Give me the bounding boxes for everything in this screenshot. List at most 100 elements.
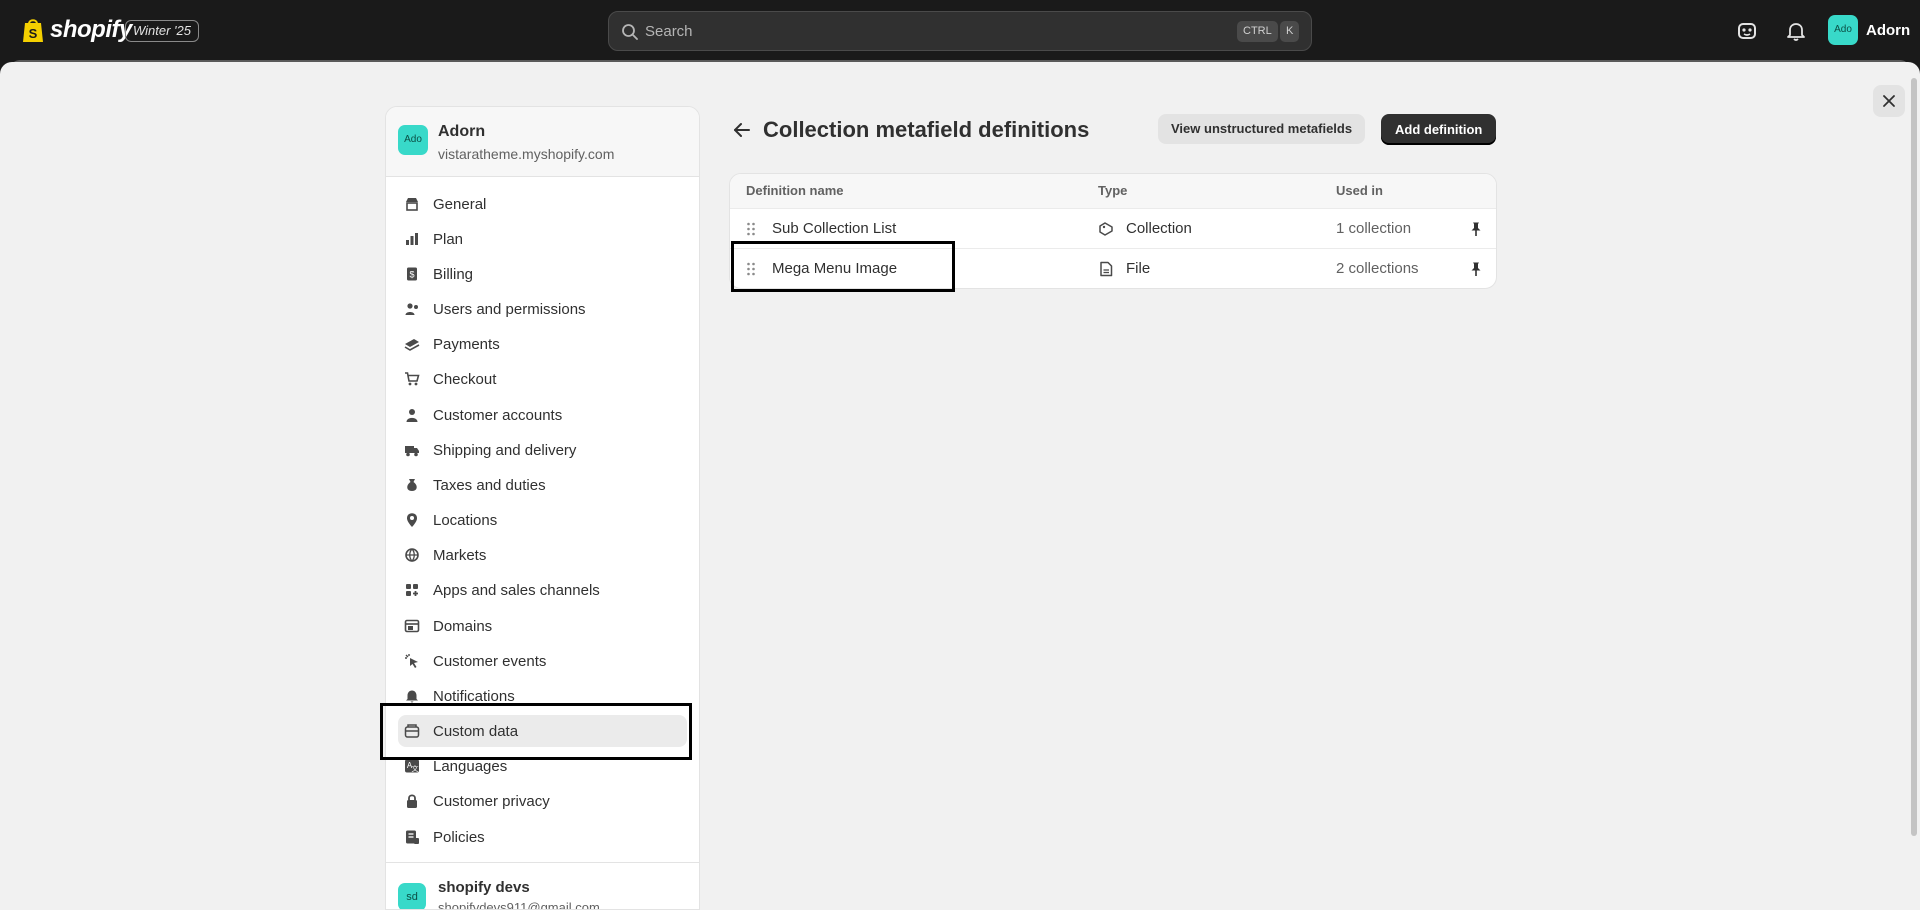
sidebar-item-domains[interactable]: Domains: [398, 610, 687, 642]
svg-text:S: S: [29, 26, 38, 41]
table-header: Definition name Type Used in: [730, 174, 1496, 209]
top-bar: S shopify Winter '25 CTRL K Ado Adorn: [0, 0, 1920, 62]
bell-icon: [406, 690, 418, 703]
sidebar-item-apps-and-sales-channels[interactable]: Apps and sales channels: [398, 574, 687, 606]
sidebar-item-label: Apps and sales channels: [433, 581, 600, 599]
nav-account-footer[interactable]: sd shopify devs shopifydevs911@gmail.com: [386, 862, 699, 910]
sidebar-item-label: Users and permissions: [433, 300, 586, 318]
sidebar-item-plan[interactable]: Plan: [398, 223, 687, 255]
sidebar-item-payments[interactable]: Payments: [398, 328, 687, 360]
policy-icon: [406, 830, 419, 844]
sidebar-item-label: Payments: [433, 335, 500, 353]
svg-text:$: $: [409, 270, 414, 280]
billing-icon: $: [407, 267, 417, 281]
column-header-name: Definition name: [746, 183, 844, 198]
sidebar-item-label: Shipping and delivery: [433, 441, 577, 459]
view-unstructured-metafields-button[interactable]: View unstructured metafields: [1158, 114, 1366, 144]
lock-icon: [407, 794, 417, 808]
plan-icon: [406, 233, 418, 245]
sidebar-item-general[interactable]: General: [398, 188, 687, 220]
sidebar-item-customer-privacy[interactable]: Customer privacy: [398, 785, 687, 817]
shopify-bag-icon: S: [23, 19, 43, 42]
apps-icon: [406, 584, 418, 596]
users-icon: [405, 303, 418, 315]
sidebar-item-label: Checkout: [433, 370, 497, 388]
sidebar-item-label: Locations: [433, 511, 498, 529]
sidebar-item-locations[interactable]: Locations: [398, 504, 687, 536]
nav-store-name: Adorn: [438, 123, 486, 140]
nav-store-domain: vistaratheme.myshopify.com: [438, 146, 615, 162]
person-icon: [406, 409, 418, 422]
account-name: shopify devs: [438, 879, 530, 896]
sidebar-item-policies[interactable]: Policies: [398, 821, 687, 853]
sidebar-item-label: Notifications: [433, 687, 515, 705]
definition-name[interactable]: Sub Collection List: [772, 220, 896, 237]
sidebar-item-label: Billing: [433, 265, 474, 283]
store-name: Adorn: [1866, 21, 1911, 39]
sidebar-item-customer-events[interactable]: Customer events: [398, 645, 687, 677]
definition-used-in: 2 collections: [1336, 260, 1419, 277]
sidebar-item-label: Customer privacy: [433, 792, 550, 810]
sidebar-item-label: Taxes and duties: [433, 476, 546, 494]
store-menu[interactable]: Ado Adorn: [1828, 15, 1910, 45]
close-button[interactable]: [1873, 85, 1905, 117]
sidebar-item-checkout[interactable]: Checkout: [398, 363, 687, 395]
version-badge[interactable]: Winter '25: [125, 20, 199, 42]
globe-icon: [405, 548, 419, 562]
svg-text:文: 文: [412, 764, 419, 773]
page-title: Collection metafield definitions: [763, 117, 1090, 142]
sidebar-item-label: Languages: [433, 757, 508, 775]
sidebar-item-markets[interactable]: Markets: [398, 539, 687, 571]
sidebar-item-customer-accounts[interactable]: Customer accounts: [398, 399, 687, 431]
scrollbar[interactable]: [1911, 78, 1917, 836]
column-header-used-in: Used in: [1336, 183, 1383, 198]
store-icon: [406, 198, 418, 211]
cart-icon: [405, 372, 420, 386]
avatar: Ado: [398, 125, 428, 155]
sidebar-item-taxes-and-duties[interactable]: Taxes and duties: [398, 469, 687, 501]
sidebar-item-shipping-and-delivery[interactable]: Shipping and delivery: [398, 434, 687, 466]
nav-store-header[interactable]: Ado Adorn vistaratheme.myshopify.com: [386, 107, 699, 177]
sidebar-item-label: Markets: [433, 546, 487, 564]
pin-icon[interactable]: [1468, 261, 1484, 277]
add-definition-button[interactable]: Add definition: [1381, 114, 1497, 145]
sidebar-item-label: Customer accounts: [433, 406, 563, 424]
brand-name: shopify: [50, 16, 132, 43]
location-icon: [407, 513, 417, 527]
shortcut-ctrl-key: CTRL: [1237, 21, 1278, 42]
avatar: sd: [398, 883, 426, 909]
payments-icon: [404, 339, 420, 351]
search-icon: [622, 24, 638, 40]
definition-type: File: [1126, 260, 1151, 277]
tax-icon: [407, 479, 417, 491]
back-arrow-icon[interactable]: [730, 118, 754, 142]
close-icon: [1883, 95, 1895, 107]
bell-icon[interactable]: [1784, 19, 1808, 43]
sidebar-item-label: General: [433, 195, 487, 213]
pin-icon[interactable]: [1468, 221, 1484, 237]
cursor-icon: [405, 654, 418, 668]
definition-type: Collection: [1126, 220, 1192, 237]
account-email: shopifydevs911@gmail.com: [438, 900, 600, 910]
shopify-logo[interactable]: S shopify: [22, 16, 132, 44]
definition-used-in: 1 collection: [1336, 220, 1412, 237]
shortcut-k-key: K: [1280, 21, 1300, 42]
sidebar-item-billing[interactable]: $ Billing: [398, 258, 687, 290]
sidebar-item-label: Policies: [433, 828, 485, 846]
highlight-box-custom-data: [380, 703, 692, 760]
domains-icon: [404, 619, 420, 633]
truck-icon: [405, 446, 419, 457]
sidekick-icon[interactable]: [1735, 19, 1759, 43]
drag-handle-icon[interactable]: [746, 221, 756, 237]
page-header: Collection metafield definitions View un…: [730, 114, 1498, 146]
language-icon: A文: [405, 759, 419, 773]
sidebar-item-label: Customer events: [433, 652, 547, 670]
sidebar-item-label: Domains: [433, 617, 493, 635]
search-input[interactable]: [645, 12, 1205, 50]
column-header-type: Type: [1098, 183, 1128, 198]
store-avatar: Ado: [1828, 15, 1858, 45]
sidebar-item-users-and-permissions[interactable]: Users and permissions: [398, 293, 687, 325]
file-icon: [1100, 261, 1113, 277]
collection-icon: [1099, 222, 1113, 236]
search-bar[interactable]: CTRL K: [608, 11, 1312, 51]
